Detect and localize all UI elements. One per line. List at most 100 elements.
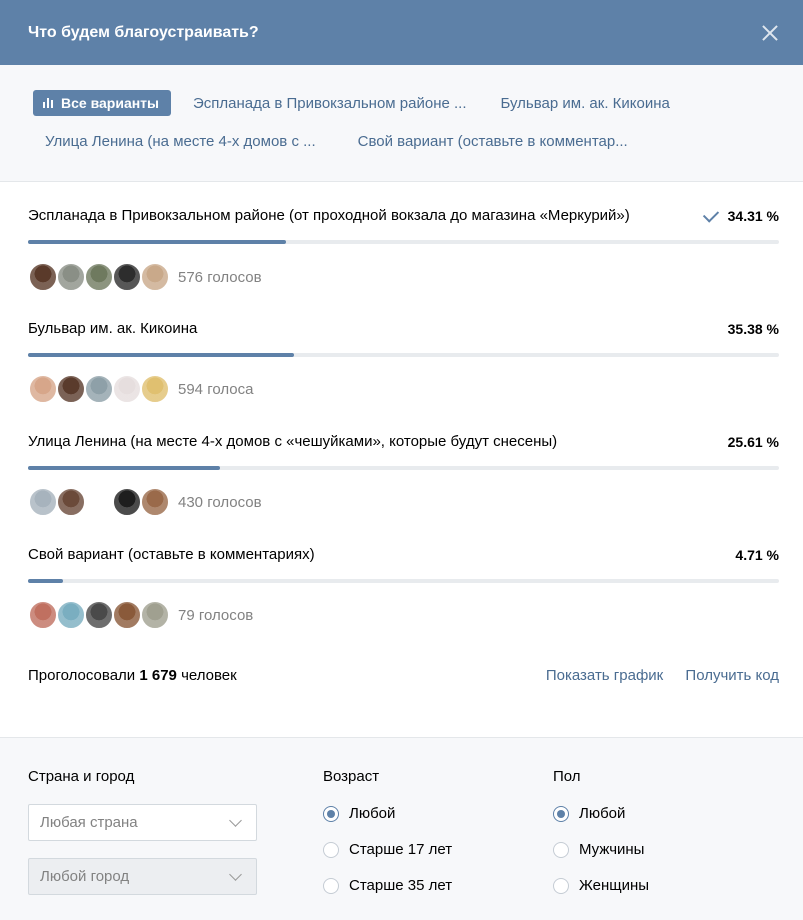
avatar[interactable] bbox=[140, 600, 170, 630]
sex-radio-any[interactable]: Любой bbox=[553, 805, 625, 822]
voters-row[interactable]: 79 голосов bbox=[28, 600, 779, 630]
poll-summary: Проголосовали 1 679 человек Показать гра… bbox=[0, 667, 803, 684]
show-chart-link[interactable]: Показать график bbox=[546, 667, 663, 684]
sex-filter-title: Пол bbox=[553, 768, 581, 785]
option-text: Эспланада в Привокзальном районе (от про… bbox=[28, 207, 630, 224]
poll-option: Улица Ленина (на месте 4-х домов с «чешу… bbox=[28, 431, 779, 517]
avatar[interactable] bbox=[84, 262, 114, 292]
avatar[interactable] bbox=[112, 600, 142, 630]
check-icon bbox=[702, 206, 719, 223]
radio-icon bbox=[323, 841, 339, 858]
voter-avatars[interactable] bbox=[28, 600, 170, 630]
total-voters: Проголосовали 1 679 человек bbox=[28, 667, 237, 684]
avatar[interactable] bbox=[140, 374, 170, 404]
age-radio-17[interactable]: Старше 17 лет bbox=[323, 841, 452, 858]
progress-bar bbox=[28, 353, 779, 357]
avatar[interactable] bbox=[56, 262, 86, 292]
tab-esplanade[interactable]: Эспланада в Привокзальном районе ... bbox=[191, 95, 469, 112]
avatar[interactable] bbox=[140, 262, 170, 292]
country-select-value: Любая страна bbox=[40, 814, 138, 831]
modal-title: Что будем благоустраивать? bbox=[28, 23, 259, 41]
radio-icon bbox=[553, 805, 569, 822]
radio-label: Старше 17 лет bbox=[349, 841, 453, 858]
option-text: Улица Ленина (на месте 4-х домов с «чешу… bbox=[28, 433, 558, 450]
radio-label: Любой bbox=[579, 805, 626, 822]
sex-radio-male[interactable]: Мужчины bbox=[553, 841, 644, 858]
poll-option: Эспланада в Привокзальном районе (от про… bbox=[28, 205, 779, 292]
voter-avatars[interactable] bbox=[28, 487, 170, 517]
tab-label: Все варианты bbox=[61, 95, 159, 111]
option-text: Свой вариант (оставьте в комментариях) bbox=[28, 546, 315, 563]
chevron-down-icon bbox=[229, 868, 242, 881]
votes-count[interactable]: 430 голосов bbox=[178, 494, 262, 511]
option-percent-wrap: 25.61 % bbox=[728, 431, 779, 453]
radio-label: Любой bbox=[349, 805, 396, 822]
avatar[interactable] bbox=[28, 487, 58, 517]
close-icon[interactable] bbox=[761, 24, 779, 42]
option-percent-wrap: 4.71 % bbox=[735, 544, 779, 566]
filters-panel: Страна и город Любая страна Любой город … bbox=[0, 737, 803, 920]
summary-links: Показать график Получить код bbox=[528, 667, 779, 684]
city-select[interactable]: Любой город bbox=[28, 858, 257, 895]
voter-avatars[interactable] bbox=[28, 374, 170, 404]
voters-row[interactable]: 576 голосов bbox=[28, 262, 779, 292]
tab-lenin-street[interactable]: Улица Ленина (на месте 4-х домов с ... bbox=[43, 133, 318, 150]
option-percent: 25.61 % bbox=[727, 434, 779, 450]
votes-count[interactable]: 79 голосов bbox=[178, 607, 253, 624]
voters-row[interactable]: 594 голоса bbox=[28, 374, 779, 404]
radio-icon bbox=[323, 877, 339, 894]
avatar[interactable] bbox=[56, 600, 86, 630]
avatar[interactable] bbox=[112, 487, 142, 517]
tab-boulevard[interactable]: Бульвар им. ак. Кикоина bbox=[499, 95, 672, 112]
age-radio-any[interactable]: Любой bbox=[323, 805, 395, 822]
votes-count[interactable]: 576 голосов bbox=[178, 269, 262, 286]
radio-icon bbox=[553, 841, 569, 858]
country-select[interactable]: Любая страна bbox=[28, 804, 257, 841]
avatar[interactable] bbox=[28, 374, 58, 404]
avatar[interactable] bbox=[84, 374, 114, 404]
option-percent-wrap: 35.38 % bbox=[728, 318, 779, 340]
radio-label: Женщины bbox=[579, 877, 650, 894]
option-percent: 4.71 % bbox=[735, 547, 779, 563]
avatar[interactable] bbox=[140, 487, 170, 517]
voters-row[interactable]: 430 голосов bbox=[28, 487, 779, 517]
votes-count[interactable]: 594 голоса bbox=[178, 381, 253, 398]
option-percent: 34.31 % bbox=[727, 208, 779, 224]
progress-fill bbox=[28, 353, 294, 357]
modal-header: Что будем благоустраивать? bbox=[0, 0, 803, 65]
avatar[interactable] bbox=[28, 600, 58, 630]
progress-bar bbox=[28, 240, 779, 244]
radio-icon bbox=[323, 805, 339, 822]
radio-label: Старше 35 лет bbox=[349, 877, 453, 894]
option-percent-wrap: 34.31 % bbox=[702, 205, 779, 227]
avatar[interactable] bbox=[84, 487, 114, 517]
poll-option: Бульвар им. ак. Кикоина 35.38 % 594 голо… bbox=[28, 318, 779, 404]
radio-label: Мужчины bbox=[579, 841, 645, 858]
bar-chart-icon bbox=[43, 98, 55, 108]
tab-own-option[interactable]: Свой вариант (оставьте в комментар... bbox=[356, 133, 630, 150]
avatar[interactable] bbox=[112, 374, 142, 404]
get-code-link[interactable]: Получить код bbox=[685, 667, 779, 684]
total-prefix: Проголосовали bbox=[28, 667, 136, 684]
avatar[interactable] bbox=[56, 487, 86, 517]
avatar[interactable] bbox=[28, 262, 58, 292]
progress-fill bbox=[28, 466, 221, 470]
voter-avatars[interactable] bbox=[28, 262, 170, 292]
option-percent: 35.38 % bbox=[727, 321, 779, 337]
avatar[interactable] bbox=[56, 374, 86, 404]
age-radio-35[interactable]: Старше 35 лет bbox=[323, 877, 452, 894]
city-select-value: Любой город bbox=[40, 868, 130, 885]
progress-fill bbox=[28, 579, 64, 583]
location-filter-title: Страна и город bbox=[28, 768, 135, 785]
total-suffix: человек bbox=[181, 667, 237, 684]
avatar[interactable] bbox=[112, 262, 142, 292]
avatar[interactable] bbox=[84, 600, 114, 630]
option-text: Бульвар им. ак. Кикоина bbox=[28, 320, 198, 337]
tab-all-options[interactable]: Все варианты bbox=[33, 90, 171, 116]
sex-radio-female[interactable]: Женщины bbox=[553, 877, 649, 894]
chevron-down-icon bbox=[229, 814, 242, 827]
option-tabs: Все варианты Эспланада в Привокзальном р… bbox=[0, 65, 803, 182]
progress-bar bbox=[28, 579, 779, 583]
age-filter-title: Возраст bbox=[323, 768, 380, 785]
radio-icon bbox=[553, 877, 569, 894]
